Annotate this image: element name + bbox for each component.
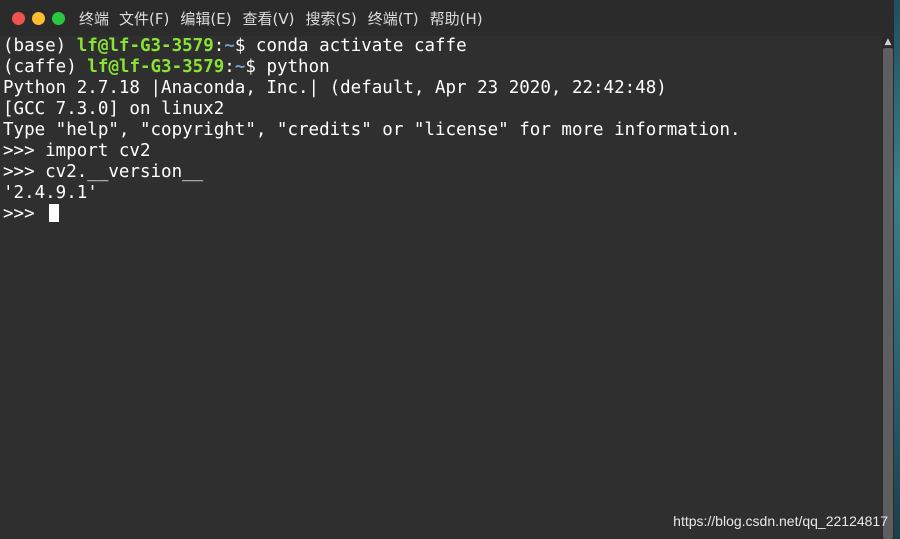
python-prompt: >>> bbox=[3, 204, 46, 224]
title-bar[interactable]: 终端 文件(F) 编辑(E) 查看(V) 搜索(S) 终端(T) 帮助(H) bbox=[0, 0, 894, 36]
watermark-url: https://blog.csdn.net/qq_22124817 bbox=[673, 513, 888, 529]
terminal-line-3: Python 2.7.18 |Anaconda, Inc.| (default,… bbox=[3, 78, 667, 98]
menu-edit[interactable]: 编辑(E) bbox=[180, 8, 231, 29]
command-text: python bbox=[266, 57, 330, 77]
conda-env: (base) bbox=[3, 36, 77, 56]
menu-bar: 终端 文件(F) 编辑(E) 查看(V) 搜索(S) 终端(T) 帮助(H) bbox=[79, 8, 494, 29]
maximize-button[interactable] bbox=[52, 11, 65, 25]
terminal-line-6: >>> import cv2 bbox=[3, 141, 151, 161]
terminal-line-8: '2.4.9.1' bbox=[3, 183, 98, 203]
terminal-line-2: (caffe) lf@lf-G3-3579:~$ python bbox=[0, 57, 882, 78]
terminal-line-1: (base) lf@lf-G3-3579:~$ conda activate c… bbox=[0, 36, 882, 57]
menu-search[interactable]: 搜索(S) bbox=[306, 8, 357, 29]
scrollbar-thumb[interactable] bbox=[883, 48, 893, 539]
command-text: conda activate caffe bbox=[255, 36, 467, 56]
scroll-up-icon[interactable]: ▲ bbox=[882, 36, 894, 48]
terminal-line-9: >>> bbox=[0, 204, 882, 225]
terminal-output[interactable]: (base) lf@lf-G3-3579:~$ conda activate c… bbox=[0, 36, 882, 539]
prompt-colon: : bbox=[213, 36, 225, 56]
terminal-line-7: >>> cv2.__version__ bbox=[3, 162, 204, 182]
conda-env: (caffe) bbox=[3, 57, 88, 77]
window-title: 终端 bbox=[79, 9, 110, 28]
user-host: lf@lf-G3-3579 bbox=[87, 57, 225, 77]
text-cursor bbox=[49, 204, 60, 222]
terminal-window: 终端 文件(F) 编辑(E) 查看(V) 搜索(S) 终端(T) 帮助(H) (… bbox=[0, 0, 894, 539]
menu-view[interactable]: 查看(V) bbox=[243, 8, 295, 29]
prompt-symbol: $ bbox=[245, 57, 267, 77]
terminal-line-5: Type "help", "copyright", "credits" or "… bbox=[3, 120, 741, 140]
user-host: lf@lf-G3-3579 bbox=[76, 36, 214, 56]
terminal-line-4: [GCC 7.3.0] on linux2 bbox=[3, 99, 225, 119]
current-path: ~ bbox=[224, 36, 235, 56]
current-path: ~ bbox=[234, 57, 246, 77]
menu-file[interactable]: 文件(F) bbox=[119, 8, 169, 29]
menu-help[interactable]: 帮助(H) bbox=[430, 8, 483, 29]
minimize-button[interactable] bbox=[32, 11, 45, 25]
close-button[interactable] bbox=[12, 11, 25, 25]
prompt-colon: : bbox=[224, 57, 235, 77]
prompt-symbol: $ bbox=[234, 36, 256, 56]
window-controls bbox=[12, 11, 65, 25]
menu-terminal[interactable]: 终端(T) bbox=[368, 8, 419, 29]
vertical-scrollbar[interactable]: ▲ bbox=[882, 36, 894, 539]
